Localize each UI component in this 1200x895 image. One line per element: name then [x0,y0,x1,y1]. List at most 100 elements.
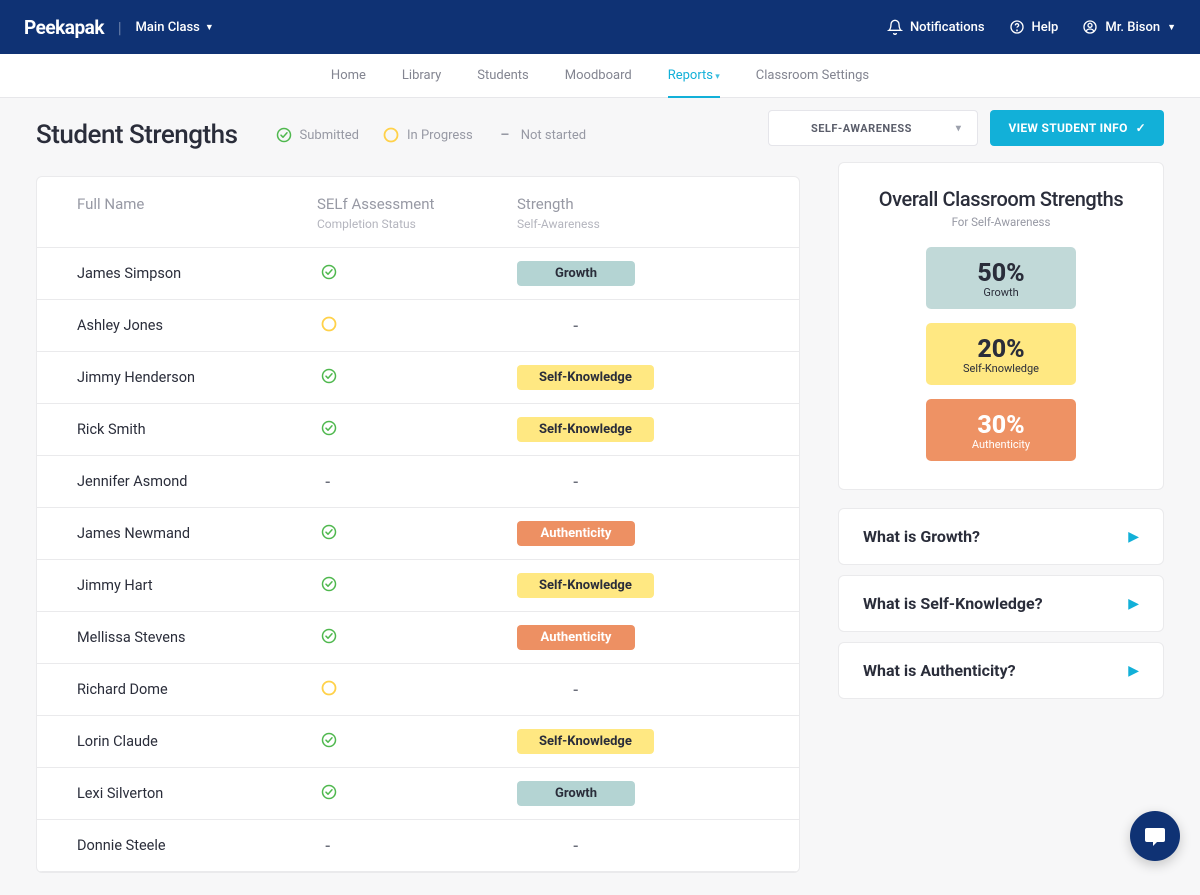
th-assessment-sub: Completion Status [317,217,517,231]
stat-box: 20%Self-Knowledge [926,323,1076,385]
accordion-label: What is Growth? [863,527,980,546]
brand-logo[interactable]: Peekapak [24,16,104,39]
submitted-icon [321,784,337,800]
student-strength: Self-Knowledge [517,573,759,598]
submitted-icon [321,628,337,644]
th-strength: Strength [517,195,759,213]
student-name: Jennifer Asmond [77,473,317,490]
chevron-right-icon: ▶ [1128,529,1139,545]
student-status [317,784,517,804]
notstarted-icon: – [497,127,513,143]
class-selector[interactable]: Main Class ▼ [136,20,214,35]
th-assessment: SELf Assessment [317,195,517,213]
accordion-item[interactable]: What is Authenticity?▶ [838,642,1164,699]
student-strength: Authenticity [517,625,759,650]
navbar: Home Library Students Moodboard Reports … [0,54,1200,98]
help-label: Help [1032,20,1059,35]
student-status: - [317,836,517,855]
th-strength-sub: Self-Awareness [517,217,759,231]
student-status [317,524,517,544]
accordion-label: What is Self-Knowledge? [863,594,1043,613]
table-header: Full Name SELf Assessment Completion Sta… [37,177,799,248]
strength-pill: Self-Knowledge [517,417,654,442]
table-row[interactable]: Rick Smith Self-Knowledge [37,404,799,456]
class-selector-label: Main Class [136,20,200,35]
strength-pill: Authenticity [517,521,635,546]
legend-submitted-label: Submitted [300,128,359,143]
submitted-icon [321,524,337,540]
notstarted-icon: - [321,472,330,491]
table-row[interactable]: Jimmy Hart Self-Knowledge [37,560,799,612]
strength-pill: Authenticity [517,625,635,650]
submitted-icon [321,368,337,384]
table-row[interactable]: James Newmand Authenticity [37,508,799,560]
stat-label: Authenticity [926,438,1076,451]
submitted-icon [321,264,337,280]
inprogress-icon [321,316,337,332]
table-row[interactable]: Lexi SilvertonGrowth [37,768,799,820]
accordion-item[interactable]: What is Self-Knowledge?▶ [838,575,1164,632]
stat-pct: 30% [926,411,1076,440]
accordion-item[interactable]: What is Growth? ▶ [838,508,1164,565]
stat-label: Self-Knowledge [926,362,1076,375]
student-strength: - [517,472,759,491]
brand-divider: | [118,18,122,37]
nav-students[interactable]: Students [477,54,529,97]
chevron-down-icon: ▼ [205,22,214,33]
table-row[interactable]: Ashley Jones- [37,300,799,352]
student-name: Donnie Steele [77,837,317,854]
student-name: Mellissa Stevens [77,629,317,646]
strength-pill: Self-Knowledge [517,573,654,598]
inprogress-icon [321,680,337,696]
student-name: Jimmy Hart [77,577,317,594]
student-name: James Simpson [77,265,317,282]
overall-title: Overall Classroom Strengths [867,187,1135,211]
notifications-link[interactable]: Notifications [887,19,985,35]
table-row[interactable]: Lorin ClaudeSelf-Knowledge [37,716,799,768]
submitted-icon [321,420,337,436]
strength-dropdown[interactable]: SELF-AWARENESS [768,110,978,146]
help-link[interactable]: Help [1009,19,1059,35]
chevron-down-icon: ▼ [1167,22,1176,33]
student-status [317,420,517,440]
notifications-label: Notifications [910,20,985,35]
table-row[interactable]: Donnie Steele-- [37,820,799,872]
table-row[interactable]: Jennifer Asmond-- [37,456,799,508]
nav-classroom-settings[interactable]: Classroom Settings [756,54,869,97]
strength-pill: Growth [517,261,635,286]
nav-moodboard[interactable]: Moodboard [565,54,632,97]
table-row[interactable]: Jimmy HendersonSelf-Knowledge [37,352,799,404]
chevron-right-icon: ▶ [1128,663,1139,679]
strength-pill: Growth [517,781,635,806]
overall-subtitle: For Self-Awareness [867,215,1135,229]
stat-pct: 50% [926,259,1076,288]
page-title: Student Strengths [36,120,238,150]
bell-icon [887,19,903,35]
student-status [317,368,517,388]
table-row[interactable]: Mellissa Stevens Authenticity [37,612,799,664]
check-icon: ✓ [1136,121,1146,135]
nav-reports[interactable]: Reports [668,54,720,98]
view-student-info-button[interactable]: VIEW STUDENT INFO ✓ [990,110,1164,146]
user-menu[interactable]: Mr. Bison ▼ [1082,19,1176,35]
student-name: James Newmand [77,525,317,542]
nav-home[interactable]: Home [331,54,366,97]
stat-label: Growth [926,286,1076,299]
notstarted-icon: - [321,836,330,855]
student-status: - [317,472,517,491]
student-name: Richard Dome [77,681,317,698]
table-row[interactable]: James Simpson Growth [37,248,799,300]
student-strength: Self-Knowledge [517,729,759,754]
chat-launcher[interactable] [1130,811,1180,861]
student-strength: - [517,836,759,855]
inprogress-icon [383,127,399,143]
stat-pct: 20% [926,335,1076,364]
student-status [317,264,517,284]
student-name: Jimmy Henderson [77,369,317,386]
chat-icon [1143,824,1167,848]
table-row[interactable]: Richard Dome- [37,664,799,716]
submitted-icon [276,127,292,143]
student-name: Rick Smith [77,421,317,438]
legend-notstarted-label: Not started [521,128,586,143]
nav-library[interactable]: Library [402,54,441,97]
